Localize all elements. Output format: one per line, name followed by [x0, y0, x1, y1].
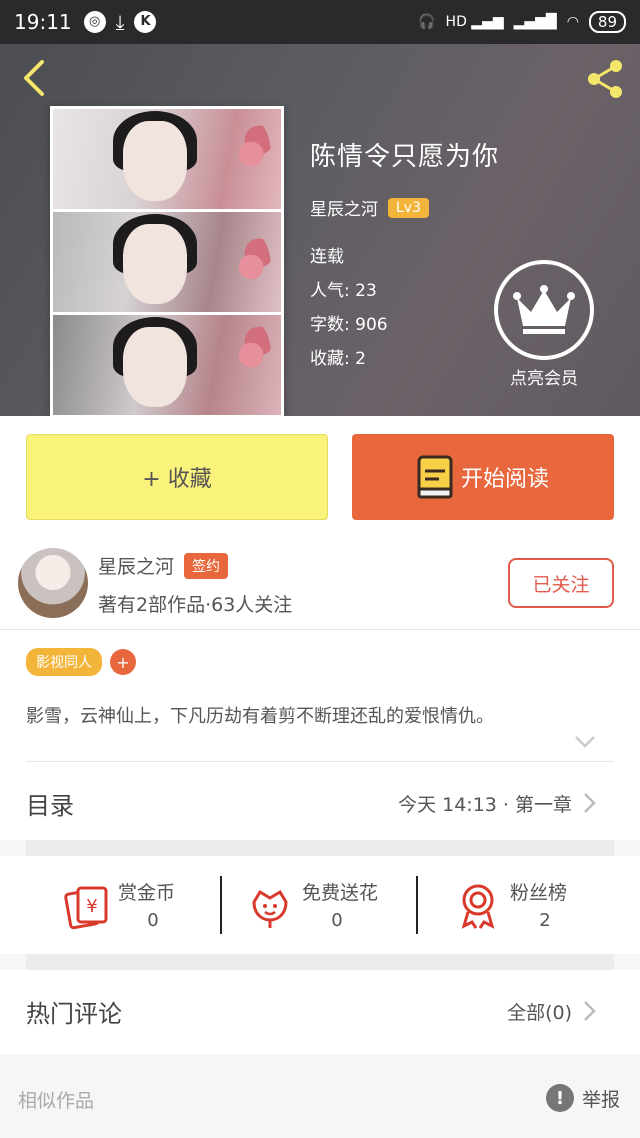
battery-indicator: 89 — [588, 11, 626, 33]
vip-button[interactable]: 点亮会员 — [494, 260, 594, 389]
all-comments-link[interactable]: 全部(0) — [507, 998, 572, 1025]
free-flowers-value: 0 — [331, 910, 343, 931]
tag-item[interactable]: 影视同人 — [26, 648, 102, 676]
vip-label: 点亮会员 — [510, 369, 578, 389]
collect-button[interactable]: + 收藏 — [26, 434, 328, 520]
reward-coins-value: 0 — [147, 910, 159, 931]
report-label: 举报 — [581, 1088, 620, 1111]
start-reading-label: 开始阅读 — [460, 467, 549, 492]
divider — [26, 954, 614, 970]
author-stats: 著有2部作品·63人关注 — [98, 594, 293, 616]
book-status: 连载 — [310, 247, 344, 267]
status-time: 19:11 — [14, 10, 72, 34]
author-level-badge: Lv3 — [388, 197, 429, 218]
chevron-right-icon — [584, 793, 596, 813]
start-reading-button[interactable]: 开始阅读 — [352, 434, 614, 520]
book-info: 陈情令只愿为你 星辰之河 Lv3 连载 人气: 23 字数: 906 收藏: 2 — [310, 136, 499, 376]
catalog-row[interactable]: 目录 今天 14:13 · 第一章 — [0, 762, 640, 840]
fan-ranking[interactable]: 粉丝榜 2 — [454, 878, 640, 938]
share-button[interactable] — [580, 54, 630, 104]
status-bar: 19:11 ◎ ⤓ K 🎧 HD ▂▄▆ ▂▄▆█ ◠ 89 — [0, 0, 640, 44]
signal-icon: ▂▄▆█ — [513, 14, 557, 30]
signed-badge: 签约 — [184, 552, 229, 579]
divider — [26, 840, 614, 856]
action-bar: + 收藏 开始阅读 — [0, 416, 640, 540]
download-icon: ⤓ — [115, 10, 125, 34]
medal-icon — [461, 884, 495, 929]
warning-icon: ! — [545, 1084, 574, 1112]
hd-signal-icon: HD ▂▄▆ — [445, 14, 504, 30]
add-tag-button[interactable]: + — [110, 649, 136, 675]
back-button[interactable] — [16, 58, 56, 98]
follow-button[interactable]: 已关注 — [508, 558, 614, 608]
free-flowers[interactable]: 免费送花 0 — [246, 878, 436, 938]
k-app-icon: K — [134, 11, 157, 33]
stats-row: ¥ 赏金币 0 免费送花 0 粉丝榜 2 — [0, 856, 640, 954]
book-favorites: 收藏: 2 — [310, 349, 366, 369]
similar-works-label: 相似作品 — [18, 1090, 95, 1112]
red-envelope-icon: ¥ — [64, 886, 108, 930]
hot-comments-label: 热门评论 — [26, 1000, 122, 1028]
book-cover[interactable] — [50, 106, 284, 416]
free-flowers-label: 免费送花 — [302, 882, 379, 904]
avatar[interactable] — [18, 548, 88, 618]
book-popularity: 人气: 23 — [310, 281, 377, 301]
fan-ranking-value: 2 — [539, 910, 551, 931]
author-row: 星辰之河 签约 著有2部作品·63人关注 已关注 — [0, 540, 640, 630]
svg-text:¥: ¥ — [86, 896, 97, 917]
chevron-down-icon[interactable] — [574, 734, 596, 750]
hot-comments-row[interactable]: 热门评论 全部(0) — [0, 970, 640, 1054]
latest-chapter: 今天 14:13 · 第一章 — [398, 794, 572, 816]
reward-coins-label: 赏金币 — [118, 882, 176, 904]
book-author[interactable]: 星辰之河 — [310, 195, 378, 220]
headphones-icon: 🎧 — [418, 14, 436, 30]
crown-icon — [513, 285, 575, 334]
book-title: 陈情令只愿为你 — [310, 142, 500, 172]
flower-icon — [252, 889, 288, 928]
footer: 相似作品 ! 举报 — [0, 1054, 640, 1138]
netease-icon: ◎ — [83, 11, 106, 33]
book-description: 影雪，云神仙上，下凡历劫有着剪不断理还乱的爱恨情仇。 — [26, 706, 494, 727]
catalog-label: 目录 — [26, 792, 74, 820]
tag-list: 影视同人 + — [26, 648, 136, 676]
wifi-icon: ◠ — [566, 14, 579, 30]
chevron-right-icon — [584, 1001, 596, 1021]
description-section: 影视同人 + 影雪，云神仙上，下凡历劫有着剪不断理还乱的爱恨情仇。 — [0, 630, 640, 762]
book-word-count: 字数: 906 — [310, 315, 388, 335]
reward-coins[interactable]: ¥ 赏金币 0 — [62, 878, 252, 938]
book-icon — [417, 455, 453, 499]
report-button[interactable]: ! 举报 — [545, 1084, 620, 1112]
fan-ranking-label: 粉丝榜 — [510, 882, 568, 904]
author-name[interactable]: 星辰之河 — [98, 552, 174, 579]
book-header: 陈情令只愿为你 星辰之河 Lv3 连载 人气: 23 字数: 906 收藏: 2… — [0, 44, 640, 416]
